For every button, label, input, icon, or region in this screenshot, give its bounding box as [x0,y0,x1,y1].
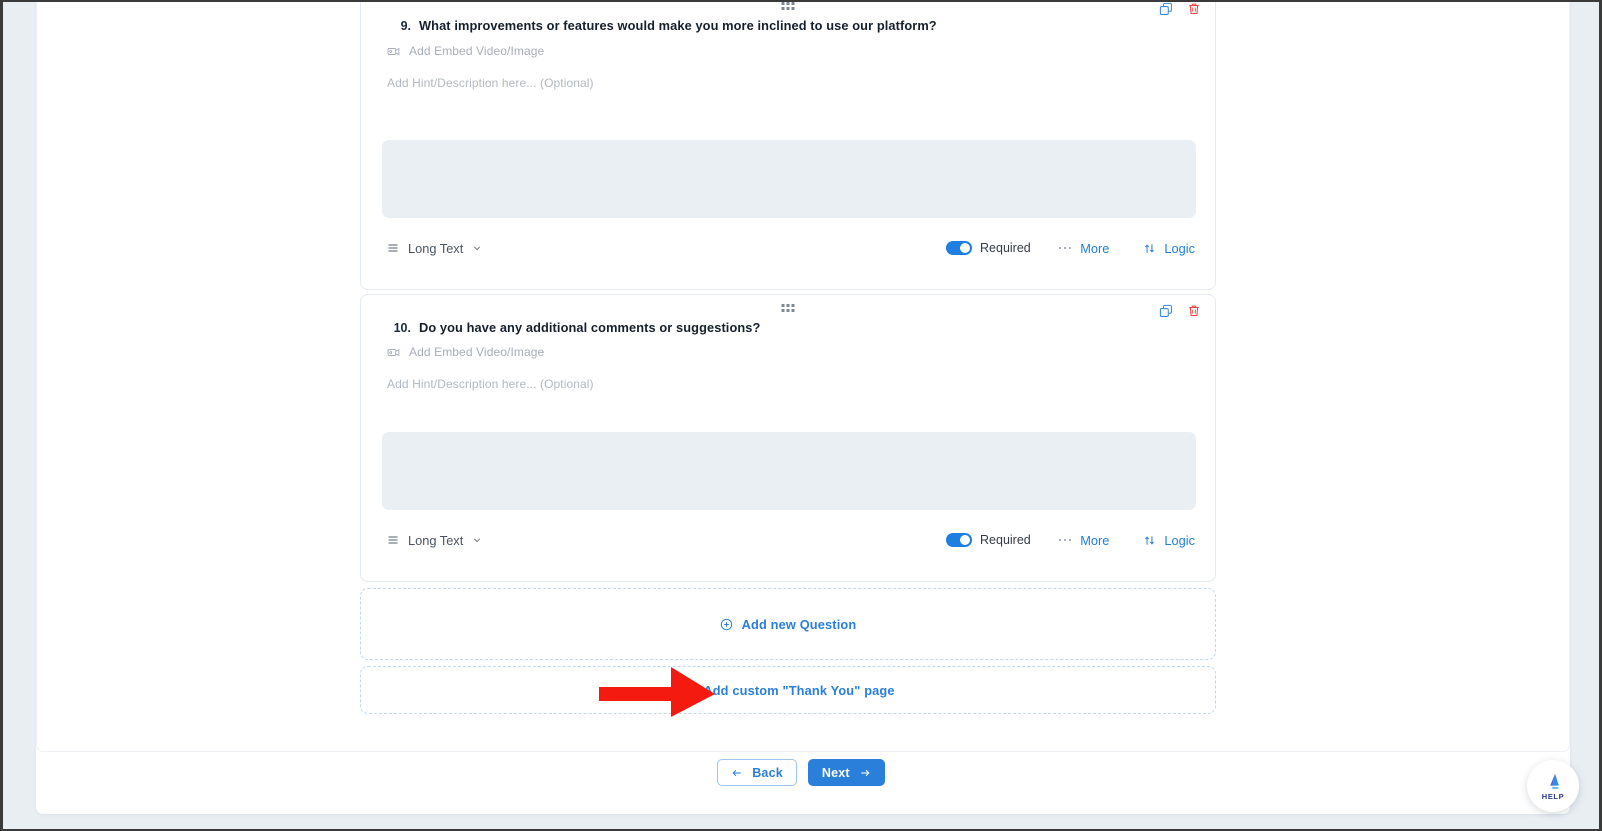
back-button[interactable]: Back [717,759,797,786]
question-title[interactable]: Do you have any additional comments or s… [419,320,760,335]
question-title[interactable]: What improvements or features would make… [419,18,937,33]
card-actions [1159,304,1201,318]
logic-branch-icon [1145,535,1155,545]
add-new-question-label: Add new Question [741,616,857,632]
trash-icon[interactable] [1187,304,1201,318]
plus-circle-icon [682,684,694,696]
browser-viewport: 9. What improvements or features would m… [0,0,1602,831]
add-embed-media-button[interactable]: Add Embed Video/Image [387,345,544,359]
question-card[interactable]: 9. What improvements or features would m… [360,2,1216,290]
logic-label: Logic [1164,532,1195,548]
long-text-icon [388,536,398,544]
logic-branch-icon [1145,243,1155,253]
chevron-down-icon [474,246,481,251]
logic-button[interactable]: Logic [1143,533,1195,548]
required-toggle-switch[interactable] [946,241,973,255]
add-embed-media-label: Add Embed Video/Image [409,345,545,359]
question-heading: 10. Do you have any additional comments … [385,320,761,335]
hint-description-input[interactable]: Add Hint/Description here... (Optional) [387,76,594,90]
drag-handle-icon[interactable] [781,2,795,11]
chevron-down-icon [474,538,481,543]
add-embed-media-button[interactable]: Add Embed Video/Image [387,44,544,58]
more-button[interactable]: More [1058,532,1110,548]
long-text-icon [388,244,398,252]
logic-label: Logic [1164,240,1195,256]
add-new-question-button[interactable]: Add new Question [360,588,1216,660]
question-toolbar: Long Text Required More Logic [361,523,1215,557]
form-navigation: Back Next [3,759,1599,786]
megaphone-icon [1550,773,1559,789]
help-widget-button[interactable]: HELP [1527,760,1579,812]
next-button-label: Next [821,765,850,780]
question-type-label: Long Text [408,240,464,256]
question-type-select[interactable]: Long Text [387,241,482,256]
question-toolbar: Long Text Required More Logic [361,231,1215,265]
toolbar-right-group: Required More Logic [946,533,1195,548]
question-number: 10. [393,321,411,335]
embed-media-icon [387,47,400,55]
question-type-label: Long Text [408,532,464,548]
required-toggle-switch[interactable] [946,533,973,547]
plus-circle-icon [720,618,732,630]
toolbar-right-group: Required More Logic [946,241,1195,256]
answer-textarea[interactable] [382,432,1196,510]
more-label: More [1080,240,1110,256]
drag-handle-icon[interactable] [781,304,795,313]
ellipsis-icon [1058,246,1072,250]
required-toggle[interactable]: Required [946,241,1031,255]
more-button[interactable]: More [1058,240,1110,256]
logic-button[interactable]: Logic [1143,241,1195,256]
hint-description-input[interactable]: Add Hint/Description here... (Optional) [387,377,594,391]
next-button[interactable]: Next [807,759,885,786]
trash-icon[interactable] [1187,2,1201,16]
add-thank-you-page-label: Add custom "Thank You" page [703,682,895,698]
embed-media-icon [387,348,400,356]
add-embed-media-label: Add Embed Video/Image [409,44,545,58]
help-widget-label: HELP [1541,792,1565,801]
question-type-select[interactable]: Long Text [387,533,482,548]
arrow-right-icon [861,769,870,776]
answer-textarea[interactable] [382,140,1196,218]
add-thank-you-page-button[interactable]: Add custom "Thank You" page [360,666,1216,714]
required-toggle-label: Required [980,241,1031,255]
question-heading: 9. What improvements or features would m… [385,18,937,33]
required-toggle[interactable]: Required [946,533,1031,547]
ellipsis-icon [1058,538,1072,542]
question-number: 9. [400,19,411,33]
question-card[interactable]: 10. Do you have any additional comments … [360,294,1216,582]
required-toggle-label: Required [980,533,1031,547]
arrow-left-icon [732,769,741,776]
copy-icon[interactable] [1159,2,1173,16]
more-label: More [1080,532,1110,548]
card-actions [1159,2,1201,16]
back-button-label: Back [752,765,783,780]
copy-icon[interactable] [1159,304,1173,318]
